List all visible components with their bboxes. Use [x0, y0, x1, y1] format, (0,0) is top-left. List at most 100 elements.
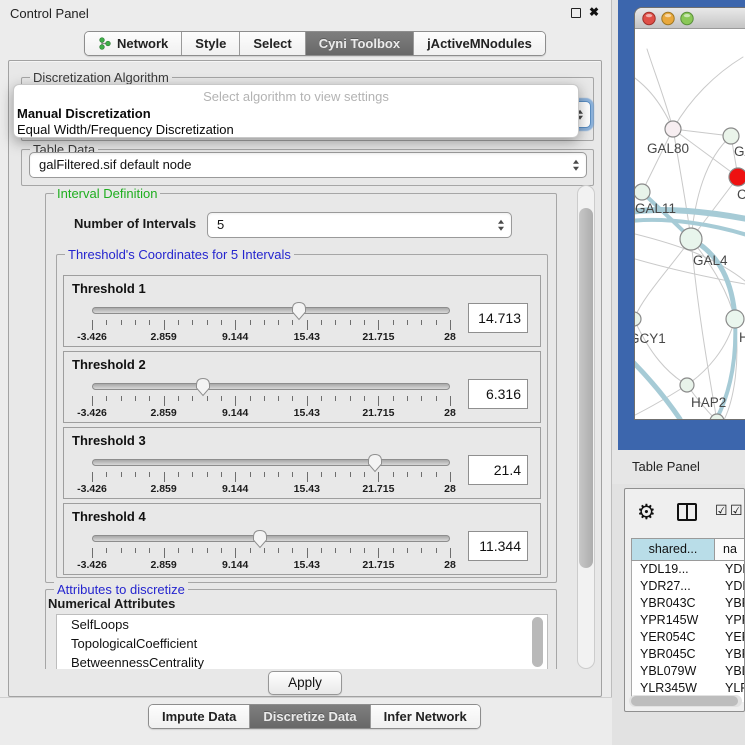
slider-track[interactable] — [92, 383, 450, 390]
top-tab-bar: NetworkStyleSelectCyni ToolboxjActiveMNo… — [84, 31, 546, 56]
cell-name: YBR0 — [715, 595, 745, 612]
threshold-label: Threshold 1 — [72, 281, 146, 296]
tab-infer-network[interactable]: Infer Network — [371, 705, 480, 728]
network-node-label: C — [737, 187, 745, 202]
threshold-value-field[interactable]: 14.713 — [468, 303, 528, 333]
network-node-gcy1[interactable] — [635, 312, 641, 326]
slider-tick-labels: -3.4262.8599.14415.4321.71528 — [92, 483, 450, 496]
threshold-value-field[interactable]: 6.316 — [468, 379, 528, 409]
horizontal-scrollbar-thumb[interactable] — [631, 696, 738, 706]
attribute-item-betweennesscentrality[interactable]: BetweennessCentrality — [57, 653, 547, 669]
network-canvas[interactable]: GAL80GACGAL11GAL4GCY1HHAP2 — [635, 29, 745, 420]
network-node-label: GAL80 — [647, 141, 689, 156]
slider-thumb[interactable] — [251, 529, 269, 549]
table-row[interactable]: YBR045CYBR0 — [632, 646, 745, 663]
tab-jactivemnodules[interactable]: jActiveMNodules — [414, 32, 545, 55]
cell-name: YDR2 — [715, 578, 745, 595]
bottom-tab-bar: Impute DataDiscretize DataInfer Network — [148, 704, 481, 729]
network-window-titlebar[interactable] — [635, 8, 745, 29]
traffic-lights — [635, 8, 705, 29]
column-view-icon[interactable] — [677, 503, 697, 521]
table-row[interactable]: YBL079WYBL0 — [632, 663, 745, 680]
slider-thumb[interactable] — [366, 453, 384, 473]
vertical-scrollbar[interactable] — [577, 185, 595, 669]
number-of-intervals-label: Number of Intervals — [74, 216, 196, 231]
close-light[interactable] — [643, 12, 655, 24]
network-node-h[interactable] — [726, 310, 744, 328]
slider-tick-labels: -3.4262.8599.14415.4321.71528 — [92, 331, 450, 344]
checkbox-checked-icon[interactable]: ☑ — [715, 502, 728, 519]
tab-impute-data[interactable]: Impute Data — [149, 705, 250, 728]
table-rows: YDL19...YDL1YDR27...YDR2YBR043CYBR0YPR14… — [631, 561, 745, 702]
column-header-name[interactable]: na — [714, 538, 745, 561]
table-data-value: galFiltered.sif default node — [39, 153, 586, 177]
network-node-gal4[interactable] — [680, 228, 702, 250]
algorithm-option-manual-discretization[interactable]: Manual Discretization — [17, 106, 151, 121]
column-header-shared-name[interactable]: shared... — [631, 538, 715, 561]
bottom-tab-bar-area: Impute DataDiscretize DataInfer Network — [0, 697, 612, 745]
algorithm-option-equal-width-frequency-discretization[interactable]: Equal Width/Frequency Discretization — [17, 122, 234, 137]
table-row[interactable]: YBR043CYBR0 — [632, 595, 745, 612]
close-icon[interactable]: ✖ — [589, 5, 599, 19]
network-node-gal11[interactable] — [635, 184, 650, 200]
float-icon[interactable] — [571, 8, 581, 18]
algorithm-dropdown-popup: Select algorithm to view settings Manual… — [13, 84, 579, 138]
network-view-window[interactable]: GAL80GACGAL11GAL4GCY1HHAP2 — [634, 7, 745, 420]
table-row[interactable]: YER054CYER0 — [632, 629, 745, 646]
minimize-light[interactable] — [662, 12, 674, 24]
table-row[interactable]: YDL19...YDL1 — [632, 561, 745, 578]
discretization-algorithm-label: Discretization Algorithm — [30, 70, 172, 85]
number-of-intervals-value: 5 — [217, 213, 511, 237]
tab-select[interactable]: Select — [240, 32, 305, 55]
threshold-label: Threshold 3 — [72, 433, 146, 448]
network-node-hap2[interactable] — [680, 378, 694, 392]
cell-shared-name: YDL19... — [632, 561, 715, 578]
tab-network[interactable]: Network — [85, 32, 182, 55]
apply-button[interactable]: Apply — [268, 671, 342, 695]
cell-name: YDL1 — [715, 561, 745, 578]
table-row[interactable]: YDR27...YDR2 — [632, 578, 745, 595]
checkbox-checked-icon[interactable]: ☑ — [730, 502, 743, 519]
control-panel-title: Control Panel — [10, 6, 89, 21]
tab-style[interactable]: Style — [182, 32, 240, 55]
threshold-value-field[interactable]: 11.344 — [468, 531, 528, 561]
cell-name: YBR0 — [715, 646, 745, 663]
thresholds-group-label: Threshold's Coordinates for 5 Intervals — [65, 247, 294, 262]
network-node-gal80[interactable] — [665, 121, 681, 137]
number-of-intervals-combobox[interactable]: 5 — [207, 212, 512, 238]
cell-shared-name: YER054C — [632, 629, 715, 646]
settings-viewport: Interval Definition Number of Intervals … — [15, 185, 575, 669]
right-region: GAL80GACGAL11GAL4GCY1HHAP2 Table Panel ⚙… — [612, 0, 745, 745]
slider-track[interactable] — [92, 307, 450, 314]
combo-stepper-icon — [498, 220, 504, 231]
table-row[interactable]: YPR145WYPR1 — [632, 612, 745, 629]
horizontal-scrollbar[interactable] — [629, 695, 742, 707]
attribute-item-selfloops[interactable]: SelfLoops — [57, 615, 547, 634]
thresholds-group: Threshold's Coordinates for 5 Intervals … — [56, 254, 548, 578]
network-node-c[interactable] — [729, 168, 745, 186]
table-data-combobox[interactable]: galFiltered.sif default node — [29, 152, 587, 178]
slider-thumb[interactable] — [194, 377, 212, 397]
threshold-value-field[interactable]: 21.4 — [468, 455, 528, 485]
gear-icon[interactable]: ⚙ — [637, 499, 656, 527]
network-node[interactable] — [710, 414, 724, 420]
attributes-group-label: Attributes to discretize — [54, 582, 188, 597]
network-node-ga[interactable] — [723, 128, 739, 144]
attributes-scrollbar[interactable] — [532, 617, 545, 669]
zoom-light[interactable] — [681, 12, 693, 24]
network-desktop: GAL80GACGAL11GAL4GCY1HHAP2 — [618, 0, 745, 450]
cyni-toolbox-panel: Discretization Algorithm Table Data galF… — [8, 60, 602, 697]
slider-thumb[interactable] — [290, 301, 308, 321]
numerical-attributes-list[interactable]: SelfLoopsTopologicalCoefficientBetweenne… — [56, 614, 548, 669]
network-node-label: GA — [734, 144, 745, 159]
slider-track[interactable] — [92, 535, 450, 542]
attribute-item-topologicalcoefficient[interactable]: TopologicalCoefficient — [57, 634, 547, 653]
tab-discretize-data[interactable]: Discretize Data — [250, 705, 370, 728]
network-node-label: HAP2 — [691, 395, 726, 410]
vertical-scrollbar-thumb[interactable] — [579, 208, 593, 568]
table-panel-titlebar: Table Panel — [612, 450, 745, 484]
network-node-label: GCY1 — [635, 331, 666, 346]
tab-cyni-toolbox[interactable]: Cyni Toolbox — [306, 32, 414, 55]
cell-shared-name: YBR045C — [632, 646, 715, 663]
slider-track[interactable] — [92, 459, 450, 466]
